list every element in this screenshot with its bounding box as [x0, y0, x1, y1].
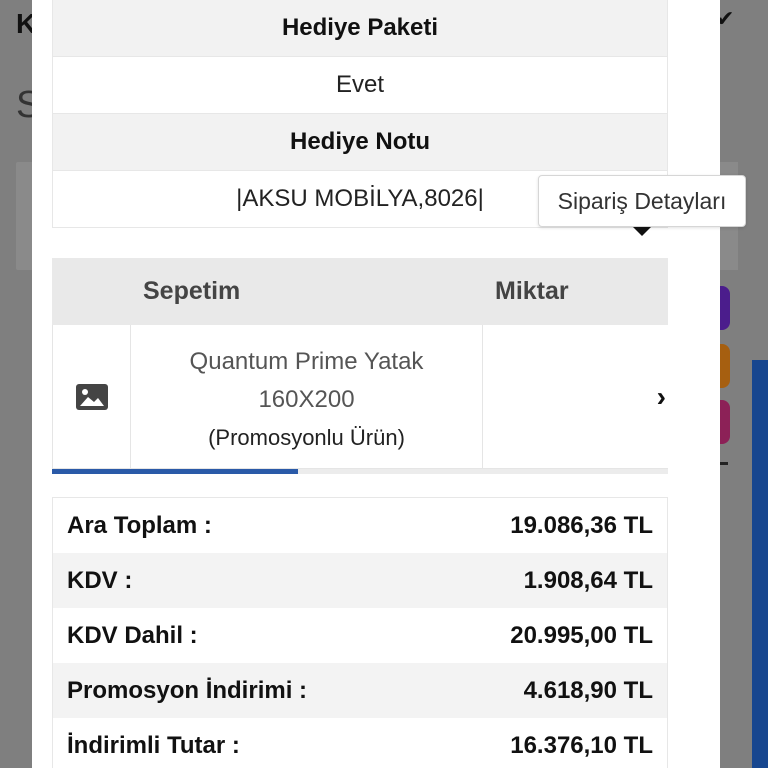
- product-cell: Quantum Prime Yatak 160X200 (Promosyonlu…: [131, 325, 483, 468]
- promo-discount-label: Promosyon İndirimi :: [67, 676, 308, 704]
- discounted-total-label: İndirimli Tutar :: [67, 731, 240, 759]
- cart-table: Sepetim Miktar Quantum Prime Yatak 160X2…: [52, 258, 668, 474]
- gift-package-header: Hediye Paketi: [52, 0, 668, 57]
- cart-item-row[interactable]: Quantum Prime Yatak 160X200 (Promosyonlu…: [52, 325, 668, 469]
- subtotal-row: Ara Toplam : 19.086,36 TL: [53, 498, 667, 553]
- vat-value: 1.908,64 TL: [523, 566, 653, 594]
- chevron-right-icon[interactable]: ›: [657, 381, 666, 413]
- tooltip-arrow-icon: [633, 227, 651, 236]
- order-details-tooltip: Sipariş Detayları: [538, 175, 746, 227]
- gift-note-header: Hediye Notu: [52, 114, 668, 171]
- vat-row: KDV : 1.908,64 TL: [53, 553, 667, 608]
- subtotal-value: 19.086,36 TL: [510, 511, 653, 539]
- discounted-total-row: İndirimli Tutar : 16.376,10 TL: [53, 718, 667, 768]
- horizontal-scrollbar[interactable]: [52, 469, 668, 474]
- promo-discount-row: Promosyon İndirimi : 4.618,90 TL: [53, 663, 667, 718]
- cart-table-header: Sepetim Miktar: [52, 258, 668, 325]
- vat-included-label: KDV Dahil :: [67, 621, 198, 649]
- promo-discount-value: 4.618,90 TL: [523, 676, 653, 704]
- product-name: Quantum Prime Yatak 160X200: [189, 347, 424, 413]
- promo-label: (Promosyonlu Ürün): [208, 424, 405, 450]
- image-icon: [75, 383, 108, 410]
- subtotal-label: Ara Toplam :: [67, 511, 212, 539]
- vat-included-row: KDV Dahil : 20.995,00 TL: [53, 608, 667, 663]
- vat-label: KDV :: [67, 566, 133, 594]
- column-header-cart: Sepetim: [143, 277, 241, 305]
- scrollbar-thumb[interactable]: [52, 469, 299, 474]
- column-header-quantity: Miktar: [495, 277, 569, 305]
- gift-package-value: Evet: [52, 57, 668, 114]
- discounted-total-value: 16.376,10 TL: [510, 731, 653, 759]
- quantity-cell: ›: [483, 325, 668, 468]
- vat-included-value: 20.995,00 TL: [510, 621, 653, 649]
- product-thumbnail: [53, 325, 131, 468]
- totals-table: Ara Toplam : 19.086,36 TL KDV : 1.908,64…: [52, 497, 668, 768]
- background-blue-panel: [752, 360, 768, 768]
